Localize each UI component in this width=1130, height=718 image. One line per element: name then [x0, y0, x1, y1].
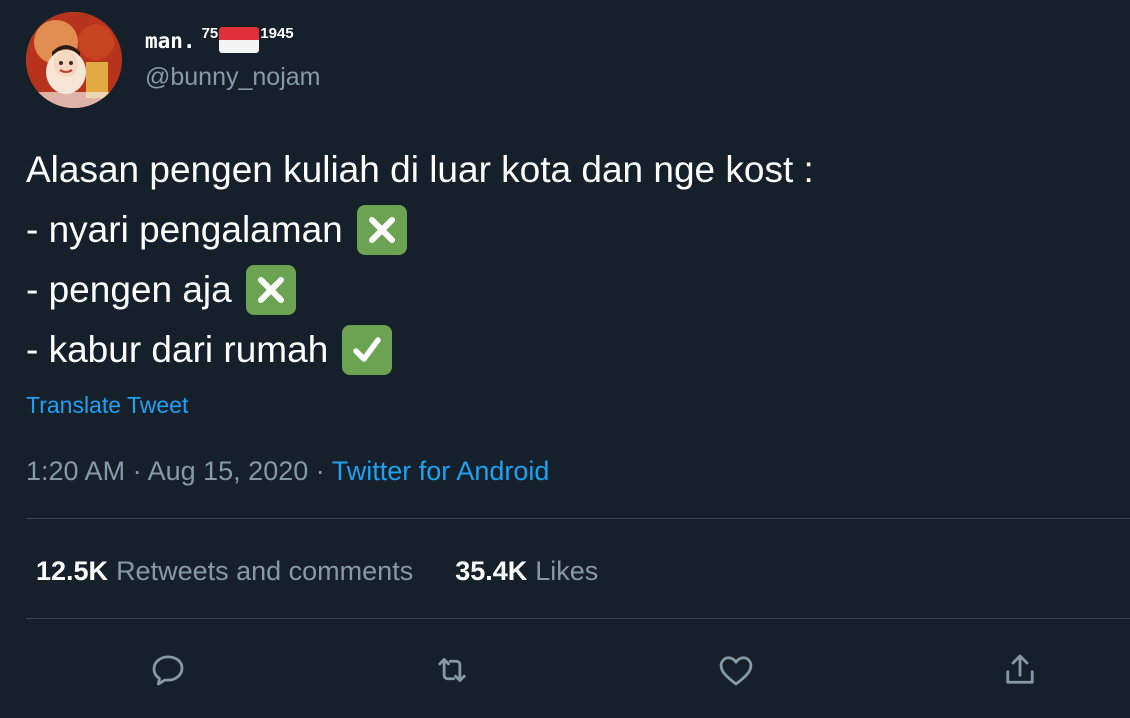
avatar-image — [26, 12, 122, 108]
share-icon — [1006, 654, 1034, 684]
display-name[interactable]: man. 75 1945 — [145, 26, 294, 56]
retweets-stat[interactable]: 12.5K Retweets and comments — [36, 554, 413, 588]
translate-tweet-link[interactable]: Translate Tweet — [26, 390, 188, 420]
display-name-number-left: 75 — [201, 25, 219, 42]
avatar[interactable] — [26, 12, 122, 108]
divider — [26, 518, 1130, 519]
tweet-line-text: - nyari pengalaman — [26, 209, 343, 250]
tweet-line: - kabur dari rumah — [26, 320, 814, 380]
tweet-line: - nyari pengalaman — [26, 200, 814, 260]
check-mark-icon — [342, 325, 393, 375]
meta-separator: · — [315, 456, 332, 486]
tweet-line-text: - pengen aja — [26, 269, 232, 310]
divider — [26, 618, 1130, 619]
tweet-meta: 1:20 AM · Aug 15, 2020 · Twitter for And… — [26, 455, 549, 487]
tweet-line: Alasan pengen kuliah di luar kota dan ng… — [26, 140, 814, 200]
cross-mark-icon — [245, 265, 296, 315]
meta-separator: · — [132, 456, 148, 486]
display-name-number-right: 1945 — [260, 25, 294, 42]
cross-mark-icon — [356, 205, 407, 255]
share-button[interactable] — [996, 646, 1044, 694]
like-button[interactable] — [712, 646, 760, 694]
tweet-stats: 12.5K Retweets and comments 35.4K Likes — [36, 554, 598, 588]
tweet-source-link[interactable]: Twitter for Android — [332, 456, 550, 486]
likes-count: 35.4K — [455, 556, 528, 586]
retweets-count: 12.5K — [36, 556, 109, 586]
user-handle[interactable]: @bunny_nojam — [145, 62, 321, 92]
tweet-line-text: - kabur dari rumah — [26, 329, 329, 370]
tweet-text: Alasan pengen kuliah di luar kota dan ng… — [26, 140, 814, 380]
display-name-text: man. — [145, 29, 196, 53]
likes-label: Likes — [535, 556, 599, 586]
like-icon — [719, 656, 753, 686]
likes-stat[interactable]: 35.4K Likes — [455, 554, 598, 588]
tweet-line: - pengen aja — [26, 260, 814, 320]
retweets-label: Retweets and comments — [116, 556, 414, 586]
tweet-date[interactable]: Aug 15, 2020 — [148, 456, 309, 486]
retweet-button[interactable] — [428, 646, 476, 694]
reply-button[interactable] — [144, 646, 192, 694]
retweet-icon — [438, 658, 466, 682]
reply-icon — [152, 655, 184, 686]
indonesia-flag-icon — [219, 27, 260, 53]
tweet-actions — [0, 646, 1130, 694]
tweet-time[interactable]: 1:20 AM — [26, 456, 125, 486]
tweet-line-text: Alasan pengen kuliah di luar kota dan ng… — [26, 149, 814, 190]
